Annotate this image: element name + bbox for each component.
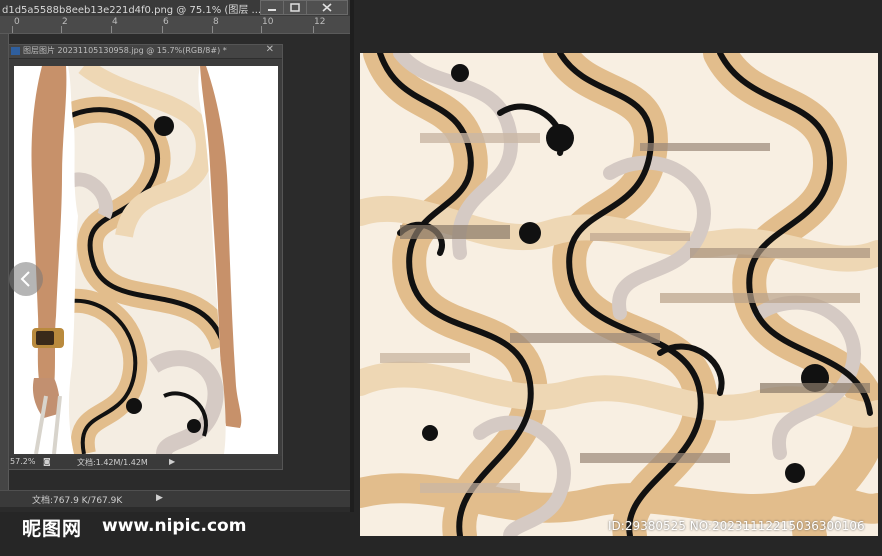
image-id-watermark: ID:29380525 NO:20231112215036300106	[608, 519, 865, 533]
floating-window-status-bar: 57.2% ◙ 文档:1.42M/1.42M ▶	[9, 456, 282, 469]
main-document-size: 文档:767.9 K/767.9K	[32, 496, 123, 506]
site-url: www.nipic.com	[102, 516, 247, 536]
document-tab-bar: d1d5a5588b8eeb13e221d4f0.png @ 75.1% (图层…	[0, 0, 352, 16]
ruler-label: 0	[14, 17, 20, 27]
pattern-preview	[360, 53, 878, 536]
floating-window-titlebar[interactable]: 图层图片 20231105130958.jpg @ 15.7%(RGB/8#) …	[9, 44, 282, 59]
maximize-icon[interactable]	[283, 0, 307, 15]
document-tab-title[interactable]: d1d5a5588b8eeb13e221d4f0.png @ 75.1% (图层…	[2, 1, 261, 16]
previous-image-button[interactable]	[9, 262, 43, 296]
zoom-level[interactable]: 57.2%	[10, 457, 35, 466]
dress-model-image	[14, 66, 278, 454]
dress-photo-canvas	[14, 66, 278, 454]
photoshop-doc-icon	[11, 47, 20, 55]
swirl-pattern-image	[360, 53, 878, 536]
floating-window-title: 图层图片 20231105130958.jpg @ 15.7%(RGB/8#) …	[23, 46, 227, 55]
main-status-bar: 文档:767.9 K/767.9K ▶	[0, 490, 352, 507]
floating-document-window[interactable]: 图层图片 20231105130958.jpg @ 15.7%(RGB/8#) …	[8, 44, 283, 470]
ruler-label: 6	[163, 17, 169, 27]
minimize-icon[interactable]	[260, 0, 284, 15]
close-icon[interactable]: ✕	[266, 44, 274, 55]
status-menu-arrow-icon[interactable]: ▶	[169, 457, 175, 466]
horizontal-ruler: 0 2 4 6 8 10 12	[0, 16, 352, 34]
photoshop-workspace: d1d5a5588b8eeb13e221d4f0.png @ 75.1% (图层…	[0, 0, 352, 512]
ruler-label: 2	[62, 17, 68, 27]
close-icon[interactable]	[306, 0, 348, 15]
ruler-label: 10	[262, 17, 274, 27]
site-logo: 昵图网	[22, 518, 83, 540]
ruler-label: 8	[213, 17, 219, 27]
chevron-left-icon	[20, 271, 30, 287]
ruler-label: 12	[314, 17, 326, 27]
status-menu-arrow-icon[interactable]: ▶	[156, 493, 163, 503]
status-info-icon[interactable]: ◙	[43, 457, 51, 466]
ruler-label: 4	[112, 17, 118, 27]
panel-divider	[350, 0, 354, 512]
document-size: 文档:1.42M/1.42M	[77, 458, 148, 467]
